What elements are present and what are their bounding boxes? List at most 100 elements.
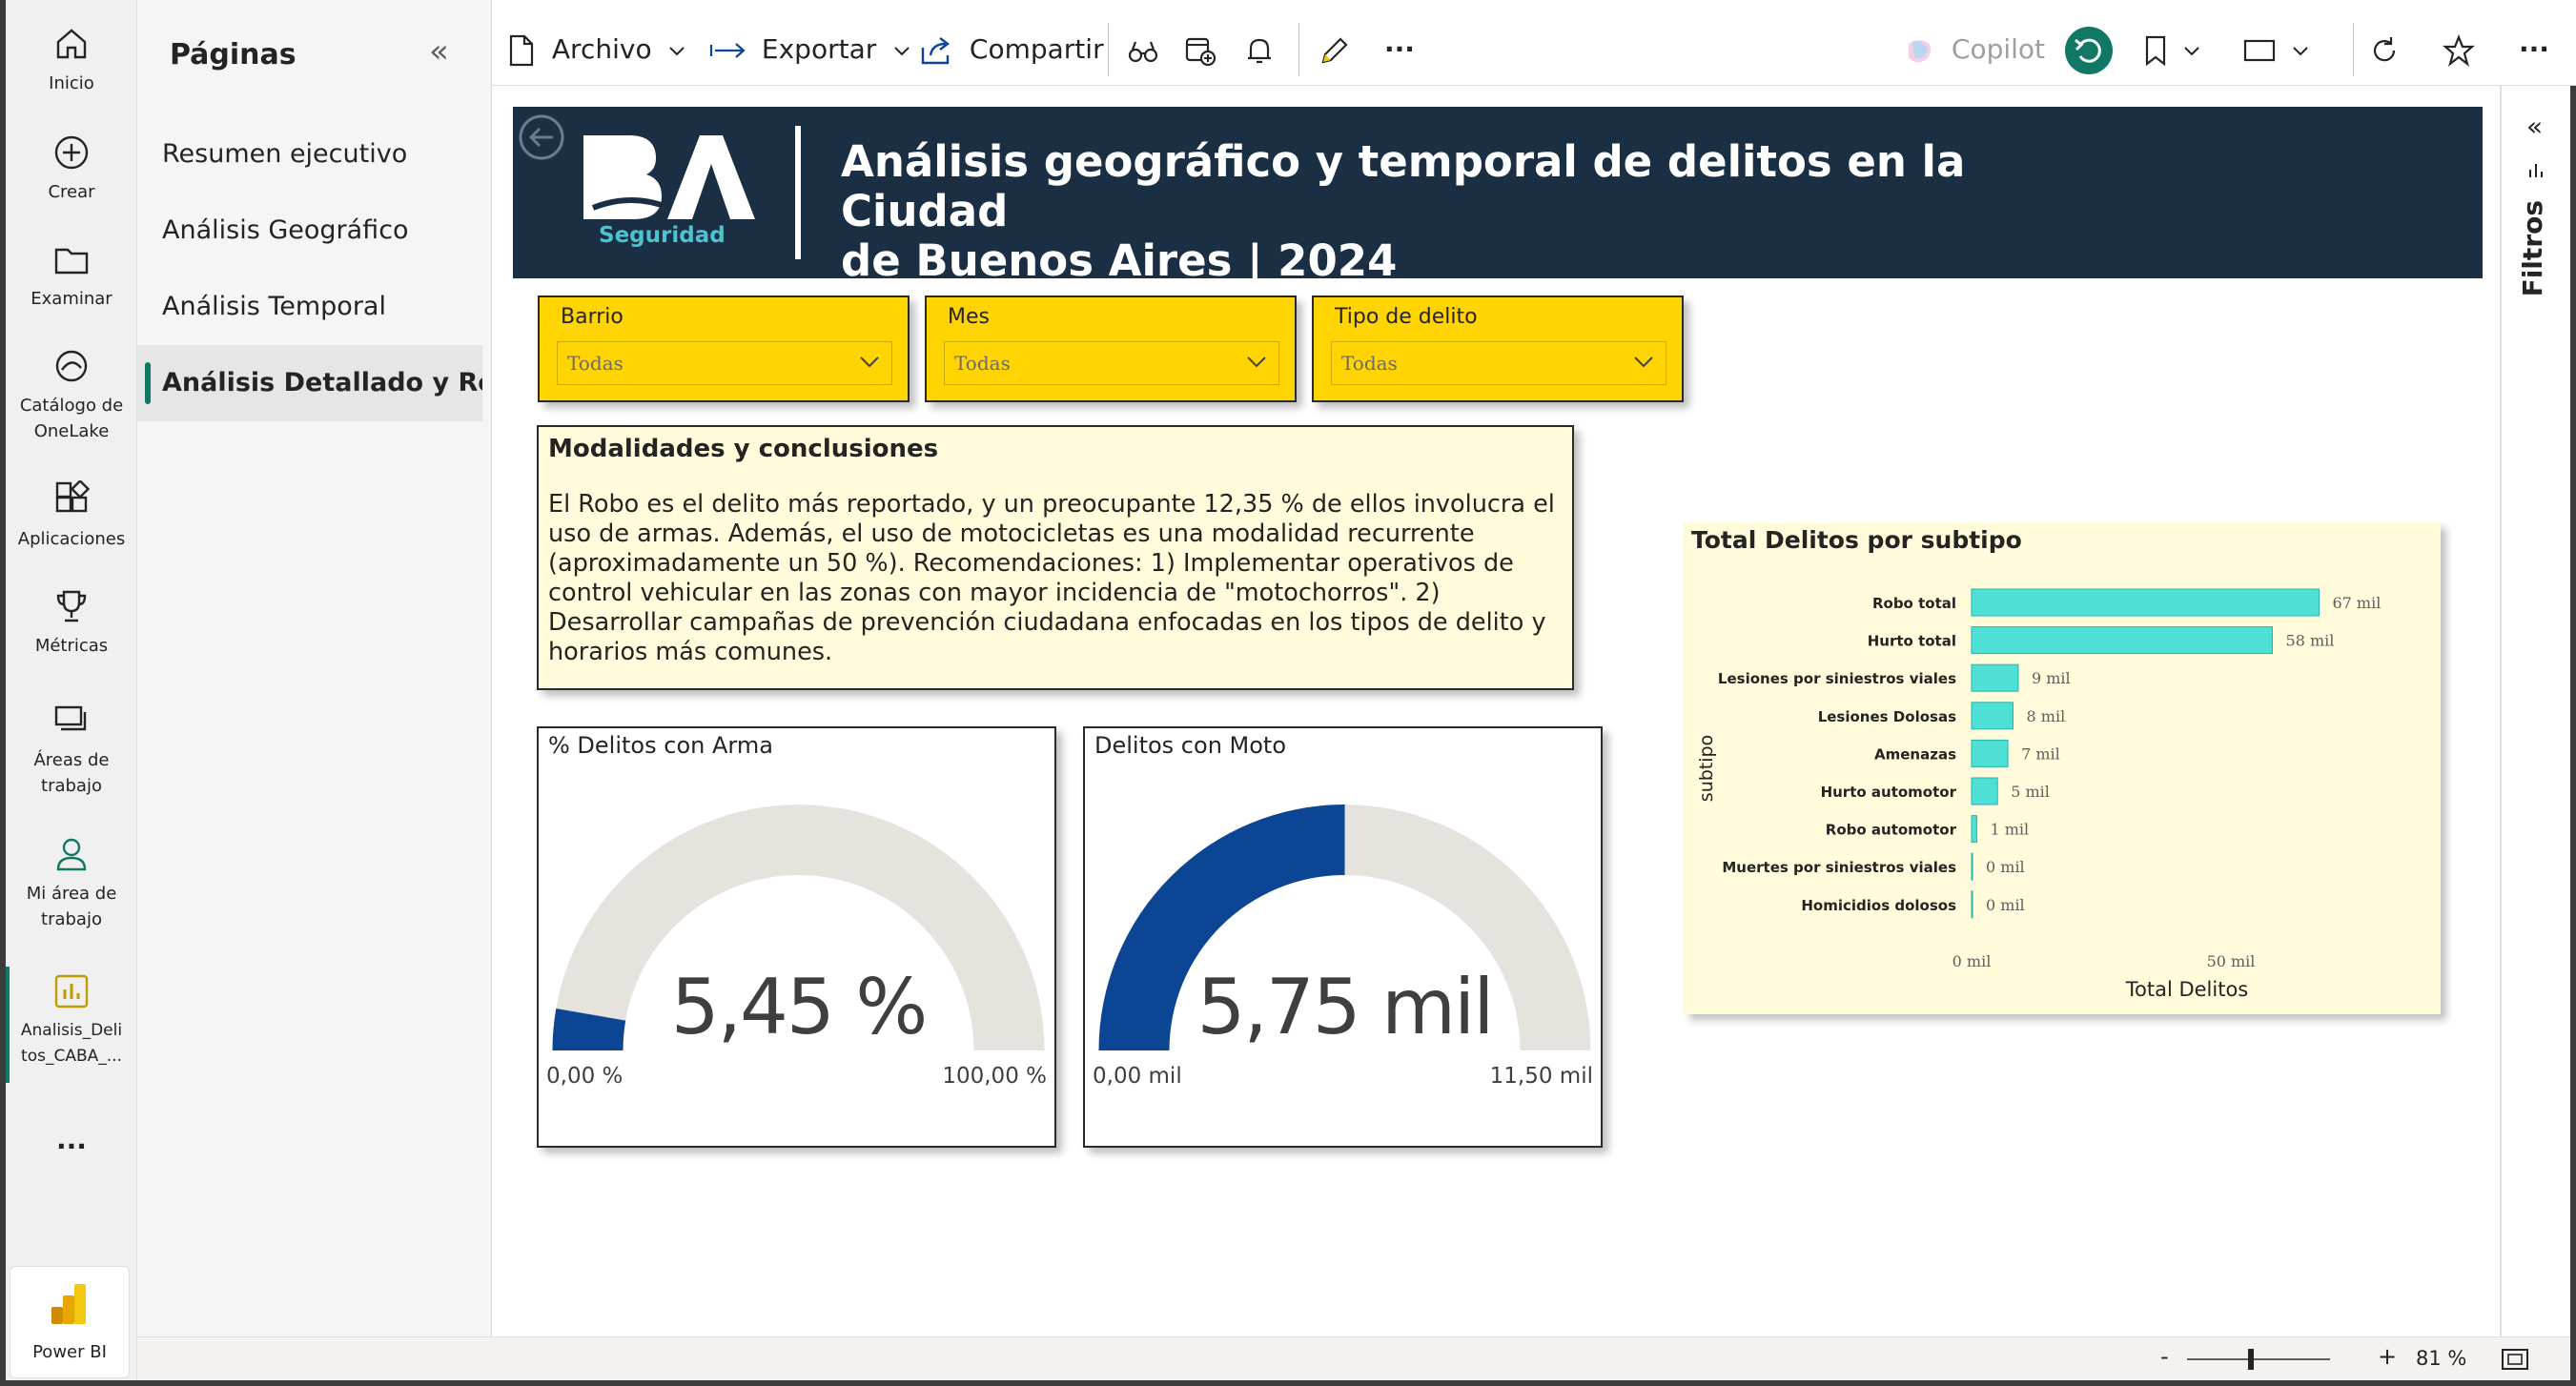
- plus-circle-icon: [54, 135, 89, 170]
- file-icon: [509, 34, 534, 67]
- rail-item-examinar[interactable]: Examinar: [6, 240, 137, 312]
- edit-button[interactable]: [1318, 0, 1352, 86]
- view-button[interactable]: [2242, 0, 2310, 86]
- rail-item-mi-area[interactable]: Mi área de trabajo: [6, 835, 137, 932]
- tipo-delito-dropdown[interactable]: Todas: [1331, 341, 1666, 385]
- data-label: 1 mil: [1990, 821, 2029, 839]
- slicer-barrio: Barrio Todas: [538, 296, 910, 402]
- category-label: Homicidios dolosos: [1801, 897, 1956, 914]
- page-item-resumen[interactable]: Resumen ejecutivo: [137, 116, 482, 193]
- bookmark-button[interactable]: [2143, 0, 2201, 86]
- back-arrow-icon[interactable]: [517, 112, 574, 170]
- data-label: 58 mil: [2286, 632, 2335, 650]
- category-label: Hurto total: [1868, 633, 1956, 650]
- zoom-in-button[interactable]: +: [2378, 1343, 2397, 1370]
- bar: [1971, 777, 1998, 805]
- star-icon: [2443, 34, 2475, 67]
- alerts-button[interactable]: [1245, 0, 1274, 86]
- conclusions-title: Modalidades y conclusiones: [548, 435, 939, 463]
- bar: [1971, 588, 2320, 617]
- chevron-down-icon: [894, 47, 910, 56]
- category-label: Robo total: [1872, 595, 1956, 612]
- subscribe-button[interactable]: [1184, 0, 1216, 86]
- exportar-menu[interactable]: Exportar: [709, 0, 911, 86]
- bar: [1971, 815, 1977, 844]
- binoculars-icon: [1128, 41, 1158, 63]
- expand-filters-icon[interactable]: «: [2526, 111, 2543, 142]
- copilot-icon: [1909, 40, 1932, 63]
- bell-icon: [1248, 38, 1271, 64]
- rail-active-indicator: [6, 967, 10, 1083]
- page-item-geografico[interactable]: Análisis Geográfico: [137, 193, 482, 269]
- gauge-max-label: 100,00 %: [942, 1064, 1047, 1089]
- refresh-button[interactable]: [2368, 0, 2401, 86]
- more-icon: ...: [56, 1124, 87, 1155]
- bar: [1971, 739, 2009, 767]
- binoculars-button[interactable]: [1127, 0, 1159, 86]
- rail-label: Catálogo de OneLake: [19, 396, 124, 441]
- compartir-button[interactable]: Compartir: [919, 0, 1104, 86]
- gauge-max-label: 11,50 mil: [1489, 1064, 1593, 1089]
- share-icon: [921, 37, 950, 65]
- exportar-label: Exportar: [761, 33, 877, 65]
- fit-to-page-icon[interactable]: [2500, 1347, 2530, 1372]
- x-axis-title: Total Delitos: [2125, 978, 2249, 1001]
- mes-dropdown[interactable]: Todas: [944, 341, 1279, 385]
- page-item-temporal[interactable]: Análisis Temporal: [137, 269, 482, 345]
- rail-label: Inicio: [49, 73, 94, 93]
- x-tick-label: 50 mil: [2207, 952, 2256, 970]
- rail-more-button[interactable]: ...: [6, 1124, 137, 1155]
- favorite-button[interactable]: [2443, 0, 2475, 86]
- bar-chart-card: Total Delitos por subtipo Robo total 67 m…: [1684, 522, 2441, 1014]
- more-options-right-button[interactable]: ···: [2519, 0, 2549, 86]
- rail-item-inicio[interactable]: Inicio: [6, 25, 137, 96]
- more-options-button[interactable]: ···: [1384, 0, 1415, 86]
- power-bi-launcher[interactable]: Power BI: [10, 1266, 130, 1378]
- rail-item-aplicaciones[interactable]: Aplicaciones: [6, 480, 137, 552]
- workspaces-icon: [54, 705, 87, 731]
- collapse-pages-icon[interactable]: «: [429, 32, 449, 71]
- category-label: Lesiones por siniestros viales: [1718, 670, 1956, 687]
- folder-icon: [54, 248, 89, 275]
- chevron-down-icon: [1634, 357, 1653, 368]
- rail-item-report[interactable]: Analisis_Delitos_CABA_...: [6, 972, 137, 1070]
- data-label: 0 mil: [1986, 896, 2025, 914]
- data-label: 7 mil: [2021, 744, 2060, 763]
- rail-item-areas[interactable]: Áreas de trabajo: [6, 702, 137, 799]
- logo-subtitle: Seguridad: [599, 223, 726, 248]
- bookmark-icon: [2145, 35, 2166, 67]
- pencil-icon: [1321, 37, 1348, 64]
- zoom-slider-thumb[interactable]: [2248, 1349, 2254, 1370]
- undo-icon: [2075, 38, 2101, 63]
- calendar-add-icon: [1185, 37, 1216, 67]
- header-divider: [795, 126, 801, 259]
- page-item-detallado[interactable]: Análisis Detallado y Re...: [137, 345, 482, 421]
- data-label: 67 mil: [2332, 594, 2381, 612]
- refresh-visuals-button[interactable]: [2065, 27, 2113, 74]
- person-icon: [56, 838, 87, 871]
- zoom-slider[interactable]: [2187, 1358, 2330, 1360]
- bar: [1971, 852, 1973, 881]
- zoom-out-button[interactable]: -: [2160, 1343, 2169, 1370]
- chevron-down-icon: [669, 47, 685, 56]
- archivo-menu[interactable]: Archivo: [507, 0, 686, 86]
- filters-label[interactable]: Filtros: [2517, 200, 2548, 296]
- y-axis-title: subtipo: [1696, 735, 1717, 802]
- slicer-value: Todas: [567, 352, 624, 375]
- conclusions-body: El Robo es el delito más reportado, y un…: [548, 490, 1555, 666]
- x-tick-label: 0 mil: [1952, 952, 1992, 970]
- rail-item-metricas[interactable]: Métricas: [6, 587, 137, 659]
- slicer-label: Mes: [948, 305, 990, 329]
- rail-item-onelake[interactable]: Catálogo de OneLake: [6, 347, 137, 444]
- ba-logo: [583, 135, 755, 219]
- barrio-dropdown[interactable]: Todas: [557, 341, 892, 385]
- gauge-min-label: 0,00 mil: [1093, 1064, 1182, 1089]
- rail-label: Analisis_Delitos_CABA_...: [20, 1021, 123, 1066]
- report-toolbar: Archivo Exportar Compartir ··· Copilot ·…: [492, 0, 2576, 86]
- data-label: 8 mil: [2027, 707, 2066, 725]
- rail-label: Aplicaciones: [17, 529, 126, 549]
- copilot-button[interactable]: Copilot: [1903, 0, 2045, 86]
- rail-item-crear[interactable]: Crear: [6, 133, 137, 205]
- chevron-down-icon: [2184, 47, 2199, 56]
- report-title-line2: de Buenos Aires | 2024: [841, 235, 1398, 286]
